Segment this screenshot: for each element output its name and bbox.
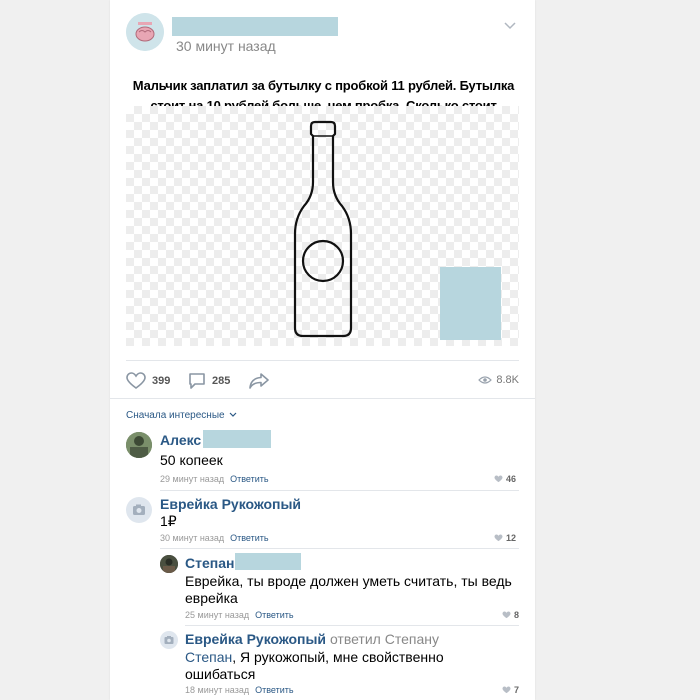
comment-text: 50 копеек (160, 452, 223, 468)
post-image[interactable] (126, 106, 519, 346)
comment-text: Степан, Я рукожопый, мне свойственно оши… (185, 649, 515, 683)
comment-author[interactable]: Еврейка Рукожопый ответил Степану (185, 631, 439, 647)
comment-count: 285 (212, 375, 231, 387)
eye-icon (478, 376, 493, 384)
divider (185, 625, 519, 626)
divider (126, 360, 519, 361)
redacted-surname (203, 430, 271, 448)
community-avatar[interactable] (126, 13, 164, 51)
bottle-icon (293, 120, 353, 338)
comment-like-button[interactable]: 7 (502, 685, 519, 695)
chevron-down-icon[interactable] (504, 17, 516, 35)
post-card: 30 минут назад Мальчик заплатил за бутыл… (110, 0, 535, 700)
comment-like-button[interactable]: 46 (494, 474, 516, 484)
divider (160, 548, 519, 549)
share-icon (249, 373, 269, 389)
avatar[interactable] (126, 432, 152, 458)
avatar[interactable] (160, 555, 178, 573)
comment-text: Еврейка, ты вроде должен уметь считать, … (185, 573, 512, 606)
camera-icon (133, 504, 145, 515)
reply-button[interactable]: Ответить (255, 610, 293, 620)
chevron-down-icon (229, 412, 237, 417)
comment-like-count: 7 (514, 685, 520, 695)
sort-label: Сначала интересные (126, 410, 225, 421)
reply-button[interactable]: Ответить (255, 685, 293, 695)
comment-meta: 29 минут назад Ответить (160, 474, 269, 484)
like-button[interactable]: 399 (126, 372, 170, 390)
heart-icon (126, 372, 146, 389)
comment-button[interactable]: 285 (188, 372, 230, 390)
redacted-surname (235, 553, 301, 570)
redacted-author-name (172, 17, 338, 36)
views-count: 8.8K (496, 374, 519, 386)
comment-author[interactable]: Алекс (160, 432, 201, 448)
comment-author[interactable]: Степан (185, 555, 234, 571)
heart-icon (494, 534, 503, 542)
reply-button[interactable]: Ответить (230, 533, 268, 543)
comment-like-count: 12 (506, 533, 517, 543)
comment-icon (189, 373, 205, 389)
comment-meta: 25 минут назад Ответить (185, 610, 294, 620)
comment-meta: 30 минут назад Ответить (160, 533, 269, 543)
comment-author[interactable]: Еврейка Рукожопый (160, 496, 301, 512)
comment-like-button[interactable]: 12 (494, 533, 516, 543)
reply-button[interactable]: Ответить (230, 474, 268, 484)
avatar[interactable] (160, 631, 178, 649)
replied-to-label: ответил Степану (329, 631, 439, 647)
comment-time: 25 минут назад (185, 610, 250, 620)
comments-sort-dropdown[interactable]: Сначала интересные (126, 410, 237, 421)
mention-link[interactable]: Степан (185, 649, 232, 665)
redacted-watermark (440, 267, 501, 340)
heart-icon (502, 686, 511, 694)
comment-time: 29 минут назад (160, 474, 225, 484)
heart-icon (494, 475, 503, 483)
comment-meta: 18 минут назад Ответить (185, 685, 294, 695)
avatar[interactable] (126, 497, 152, 523)
comment-like-count: 8 (514, 610, 520, 620)
post-timestamp: 30 минут назад (176, 38, 276, 54)
share-button[interactable] (248, 372, 270, 390)
comment-like-count: 46 (506, 474, 517, 484)
comment-like-button[interactable]: 8 (502, 610, 519, 620)
comment-text: 1₽ (160, 513, 177, 529)
comment-author-name[interactable]: Еврейка Рукожопый (185, 631, 326, 647)
camera-icon (164, 636, 174, 644)
views-counter: 8.8K (478, 374, 519, 386)
comment-time: 30 минут назад (160, 533, 225, 543)
like-count: 399 (152, 375, 171, 387)
divider (160, 490, 519, 491)
comment-time: 18 минут назад (185, 685, 250, 695)
divider (110, 398, 535, 399)
heart-icon (502, 611, 511, 619)
